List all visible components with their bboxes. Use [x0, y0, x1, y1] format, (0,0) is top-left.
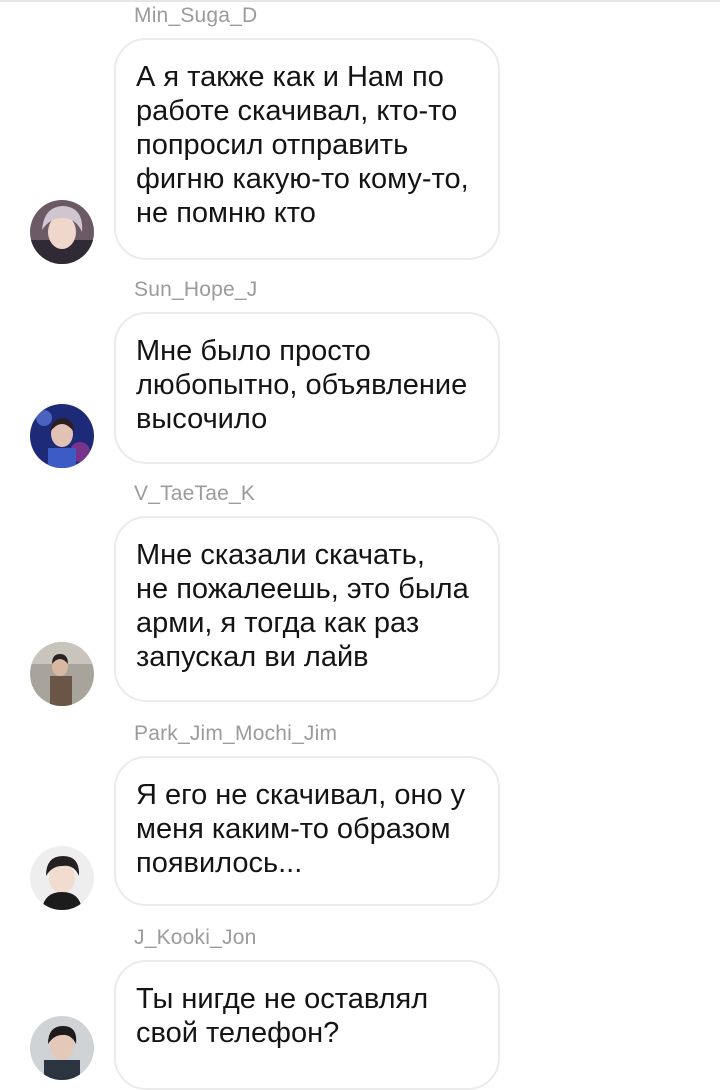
avatar[interactable]: [30, 846, 94, 910]
author-name[interactable]: Park_Jim_Mochi_Jim: [134, 722, 337, 746]
message-line: Я его не скачивал, оно у: [136, 779, 466, 811]
avatar[interactable]: [30, 642, 94, 706]
message-bubble[interactable]: Я его не скачивал, оно у меня каким-то о…: [114, 756, 500, 906]
avatar[interactable]: [30, 200, 94, 264]
message-line: фигню какую-то кому-то,: [136, 163, 469, 195]
message-line: Мне было просто: [136, 335, 371, 367]
top-divider: [0, 0, 720, 2]
message-line: любопытно, объявление: [136, 369, 468, 401]
message-line: Мне сказали скачать,: [136, 539, 425, 571]
message-line: не помню кто: [136, 197, 316, 229]
message-line: высочило: [136, 403, 268, 435]
message-line: меня каким-то образом: [136, 813, 451, 845]
message-bubble[interactable]: Ты нигде не оставлял свой телефон?: [114, 960, 500, 1090]
message-line: арми, я тогда как раз: [136, 607, 420, 639]
message-line: работе скачивал, кто-то: [136, 95, 458, 127]
author-name[interactable]: V_TaeTae_K: [134, 482, 255, 506]
message-bubble[interactable]: А я также как и Нам по работе скачивал, …: [114, 38, 500, 260]
avatar[interactable]: [30, 1016, 94, 1080]
author-name[interactable]: Min_Suga_D: [134, 4, 257, 28]
message-bubble[interactable]: Мне было просто любопытно, объявление вы…: [114, 312, 500, 464]
message-line: свой телефон?: [136, 1017, 340, 1049]
message-line: А я также как и Нам по: [136, 61, 444, 93]
author-name[interactable]: J_Kooki_Jon: [134, 926, 256, 950]
message-line: Ты нигде не оставлял: [136, 983, 429, 1015]
message-line: запускал ви лайв: [136, 641, 369, 673]
avatar[interactable]: [30, 404, 94, 468]
message-line: попросил отправить: [136, 129, 409, 161]
author-name[interactable]: Sun_Hope_J: [134, 278, 257, 302]
message-line: не пожалеешь, это была: [136, 573, 469, 605]
message-bubble[interactable]: Мне сказали скачать, не пожалеешь, это б…: [114, 516, 500, 702]
message-line: появилось...: [136, 847, 303, 879]
